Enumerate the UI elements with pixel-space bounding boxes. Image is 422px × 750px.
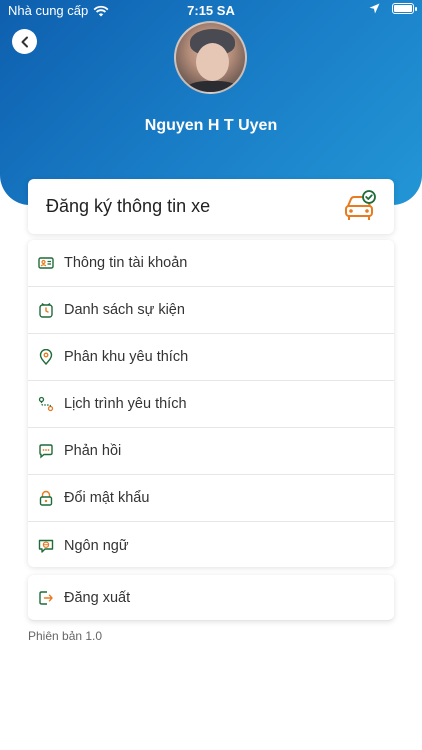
- menu-item-favorite-zones[interactable]: Phân khu yêu thích: [28, 334, 394, 381]
- location-pin-icon: [39, 349, 53, 365]
- menu-item-language[interactable]: Ngôn ngữ: [28, 522, 394, 567]
- menu-label: Danh sách sự kiện: [64, 302, 185, 318]
- route-icon: [38, 396, 54, 412]
- battery-icon: [392, 3, 417, 14]
- menu-label: Phản hồi: [64, 443, 122, 459]
- feedback-icon: [39, 444, 53, 459]
- menu-item-feedback[interactable]: Phản hồi: [28, 428, 394, 475]
- chevron-left-icon: [21, 36, 28, 47]
- menu-label: Phân khu yêu thích: [64, 349, 189, 365]
- menu-label: Thông tin tài khoản: [64, 255, 188, 271]
- back-button[interactable]: [12, 29, 37, 54]
- menu-label: Lịch trình yêu thích: [64, 396, 187, 412]
- status-bar: Nhà cung cấp 7:15 SA: [0, 0, 422, 22]
- language-icon: [38, 539, 54, 553]
- id-card-icon: [38, 257, 54, 269]
- lock-icon: [39, 490, 53, 506]
- menu-item-account-info[interactable]: Thông tin tài khoản: [28, 240, 394, 287]
- menu-item-event-list[interactable]: Danh sách sự kiện: [28, 287, 394, 334]
- logout-label: Đăng xuất: [64, 589, 131, 606]
- app-version: Phiên bản 1.0: [28, 629, 103, 643]
- location-arrow-icon: [369, 3, 380, 14]
- register-vehicle-label: Đăng ký thông tin xe: [46, 196, 211, 216]
- menu-label: Ngôn ngữ: [64, 537, 129, 554]
- alarm-clock-icon: [39, 302, 53, 318]
- menu-item-favorite-routes[interactable]: Lịch trình yêu thích: [28, 381, 394, 428]
- status-time: 7:15 SA: [187, 3, 235, 18]
- menu-item-change-password[interactable]: Đổi mật khẩu: [28, 475, 394, 522]
- logout-icon: [39, 590, 53, 605]
- register-vehicle-card[interactable]: Đăng ký thông tin xe: [28, 179, 394, 234]
- user-name: Nguyen H T Uyen: [144, 117, 278, 134]
- profile-header: Nhà cung cấp 7:15 SA Nguyen H T Uyen: [0, 0, 422, 205]
- menu-list: Thông tin tài khoản Danh sách sự kiện Ph…: [28, 240, 394, 567]
- avatar[interactable]: [174, 21, 247, 94]
- menu-label: Đổi mật khẩu: [64, 490, 150, 506]
- car-check-icon: [345, 189, 376, 220]
- logout-button[interactable]: Đăng xuất: [28, 575, 394, 621]
